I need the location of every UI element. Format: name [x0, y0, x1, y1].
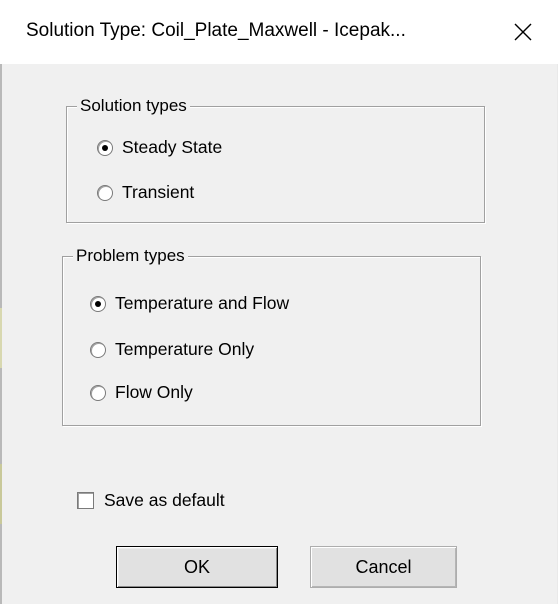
- temperature-and-flow-label: Temperature and Flow: [115, 293, 290, 313]
- flow-only-label: Flow Only: [115, 382, 193, 402]
- temperature-and-flow-radio-icon: [90, 295, 106, 312]
- solution-types-legend: Solution types: [77, 96, 190, 116]
- transient-radio-icon: [97, 184, 113, 201]
- radio-flow-only[interactable]: Flow Only: [90, 382, 193, 403]
- save-as-default-checkbox[interactable]: Save as default: [77, 490, 225, 511]
- flow-only-radio-icon: [90, 384, 106, 401]
- transient-label: Transient: [122, 182, 195, 202]
- radio-temperature-only[interactable]: Temperature Only: [90, 339, 254, 360]
- window-title: Solution Type: Coil_Plate_Maxwell - Icep…: [26, 20, 406, 41]
- window-edge: [0, 64, 2, 604]
- temperature-only-radio-icon: [90, 341, 106, 358]
- close-icon: [514, 23, 532, 41]
- solution-type-dialog: Solution Type: Coil_Plate_Maxwell - Icep…: [0, 0, 558, 604]
- cancel-button[interactable]: Cancel: [310, 546, 457, 588]
- ok-button[interactable]: OK: [116, 546, 278, 588]
- problem-types-legend: Problem types: [73, 246, 188, 266]
- save-as-default-label: Save as default: [104, 490, 225, 510]
- checkbox-icon: [77, 492, 94, 509]
- radio-transient[interactable]: Transient: [97, 182, 194, 203]
- solution-types-group: Solution types: [66, 96, 485, 223]
- radio-steady-state[interactable]: Steady State: [97, 137, 222, 158]
- steady-state-radio-icon: [97, 139, 113, 156]
- radio-temperature-and-flow[interactable]: Temperature and Flow: [90, 293, 289, 314]
- steady-state-label: Steady State: [122, 137, 223, 157]
- temperature-only-label: Temperature Only: [115, 339, 255, 359]
- title-bar: Solution Type: Coil_Plate_Maxwell - Icep…: [0, 0, 558, 64]
- close-button[interactable]: [500, 10, 546, 54]
